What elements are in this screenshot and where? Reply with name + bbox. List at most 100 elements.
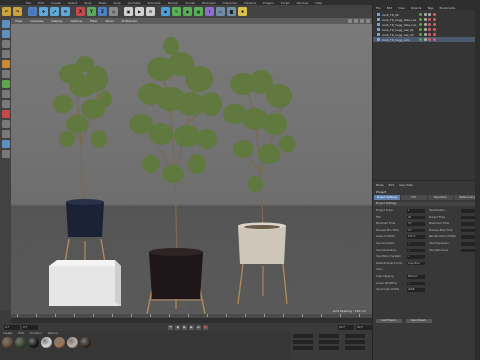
- field-value[interactable]: 1: [407, 209, 425, 213]
- play-button[interactable]: ▶: [182, 324, 187, 330]
- visibility-check-icon[interactable]: [419, 13, 422, 16]
- rotate-icon[interactable]: ⟳: [61, 7, 70, 16]
- material-tag-icon[interactable]: [428, 18, 431, 21]
- timeline[interactable]: [11, 314, 372, 323]
- tool-icon-11[interactable]: [1, 120, 10, 128]
- material-menu-texture[interactable]: Texture: [48, 331, 58, 335]
- object-name[interactable]: plant_TR_Cegg_pots: [382, 38, 418, 42]
- pot-white-material[interactable]: [41, 337, 52, 348]
- field-value[interactable]: 100 %: [407, 235, 425, 239]
- light-icon[interactable]: ✹: [238, 7, 247, 16]
- size-z-field[interactable]: [319, 346, 339, 350]
- render-settings-icon[interactable]: ⚙: [146, 7, 155, 16]
- field-value[interactable]: ✓: [407, 255, 425, 259]
- redo-icon[interactable]: ↷: [13, 7, 22, 16]
- material-menu-function[interactable]: Function: [30, 331, 42, 335]
- field-value[interactable]: 0 F: [407, 228, 425, 233]
- coord-x-field[interactable]: [293, 334, 313, 338]
- material-tag-icon[interactable]: [432, 13, 436, 16]
- tab-dynamics[interactable]: Dynamics: [427, 195, 454, 200]
- go-to-end-button[interactable]: ⏭: [196, 324, 201, 330]
- next-key-button[interactable]: ▶: [189, 324, 194, 330]
- object-name[interactable]: plant_TR_Cegg_Olea_low_01: [382, 18, 418, 22]
- menu-item-edit[interactable]: Edit: [38, 1, 44, 5]
- menu-item-plugins[interactable]: Plugins: [263, 1, 274, 5]
- material-tag-icon[interactable]: [432, 33, 436, 36]
- tool-icon-8[interactable]: [1, 90, 10, 98]
- menu-item-render[interactable]: Render: [168, 1, 179, 5]
- y-axis-icon[interactable]: Y: [87, 7, 96, 16]
- pot-dark-material[interactable]: [28, 337, 39, 348]
- viewport-menu-panel[interactable]: Panel: [106, 19, 114, 23]
- subdivision-icon[interactable]: ◉: [183, 7, 192, 16]
- zoom-icon[interactable]: [354, 19, 358, 23]
- field-secondary-value[interactable]: [461, 215, 475, 220]
- rot-h-field[interactable]: [345, 334, 365, 338]
- leaf-material[interactable]: [15, 337, 26, 348]
- z-axis-icon[interactable]: Z: [98, 7, 107, 16]
- menu-item-character[interactable]: Character: [222, 1, 237, 5]
- wood-material[interactable]: [54, 337, 65, 348]
- material-tag-icon[interactable]: [423, 28, 427, 31]
- material-tag-icon[interactable]: [428, 33, 431, 36]
- menu-item-tools[interactable]: Tools: [84, 1, 91, 5]
- material-tag-icon[interactable]: [428, 28, 431, 31]
- pen-icon[interactable]: ✎: [172, 7, 181, 16]
- move-icon[interactable]: ✥: [39, 7, 48, 16]
- tool-icon-7[interactable]: [1, 80, 10, 88]
- go-to-start-button[interactable]: ⏮: [168, 324, 173, 330]
- object-row[interactable]: plant_TR_Cegg_pots: [373, 37, 480, 42]
- object-menu-bookmarks[interactable]: Bookmarks: [440, 6, 456, 10]
- material-tag-icon[interactable]: [423, 33, 427, 36]
- field-value[interactable]: ✓: [407, 248, 425, 253]
- menu-item-script[interactable]: Script: [281, 1, 290, 5]
- object-menu-tags[interactable]: Tags: [427, 6, 433, 10]
- undo-icon[interactable]: ↶: [2, 7, 11, 16]
- attribute-menu-mode[interactable]: Mode: [376, 183, 384, 187]
- record-button[interactable]: ●: [203, 324, 208, 330]
- material-tag-icon[interactable]: [432, 28, 436, 31]
- material-tag-icon[interactable]: [428, 23, 431, 26]
- menu-item-snap[interactable]: Snap: [113, 1, 121, 5]
- material-tag-icon[interactable]: [428, 38, 431, 41]
- object-name[interactable]: plant_TR_06: [382, 13, 418, 17]
- frame-current-field[interactable]: 0 F: [22, 324, 38, 330]
- frame-start-field[interactable]: 0 F: [4, 324, 20, 330]
- coord-y-field[interactable]: [293, 340, 313, 344]
- field-value[interactable]: 0 F: [407, 222, 425, 226]
- menu-item-pipeline[interactable]: Pipeline: [244, 1, 256, 5]
- viewport-menu-view[interactable]: View: [15, 19, 22, 23]
- tool-icon-14[interactable]: [1, 150, 10, 158]
- rot-b-field[interactable]: [345, 346, 365, 350]
- menu-item-simulate[interactable]: Simulate: [148, 1, 161, 5]
- field-value[interactable]: 30: [407, 215, 425, 220]
- material-menu-create[interactable]: Create: [3, 331, 12, 335]
- menu-item-create[interactable]: Create: [51, 1, 61, 5]
- attribute-menu-edit[interactable]: Edit: [389, 183, 394, 187]
- render-picture-viewer-icon[interactable]: ▶: [135, 7, 144, 16]
- previous-key-button[interactable]: ◀: [175, 324, 180, 330]
- material-menu-edit[interactable]: Edit: [18, 331, 23, 335]
- tool-icon-5[interactable]: [1, 60, 10, 68]
- size-y-field[interactable]: [319, 340, 339, 344]
- field-value[interactable]: Medium: [407, 275, 425, 279]
- size-x-field[interactable]: [319, 334, 339, 338]
- viewport-menu-cameras[interactable]: Cameras: [30, 19, 43, 23]
- viewport-menu-display[interactable]: Display: [51, 19, 62, 23]
- tool-icon-4[interactable]: [1, 50, 10, 58]
- scale-icon[interactable]: ⤢: [50, 7, 59, 16]
- material-tag-icon[interactable]: [423, 18, 427, 21]
- orbit-icon[interactable]: [360, 19, 364, 23]
- field-secondary-value[interactable]: [461, 222, 475, 226]
- render-view-icon[interactable]: ▣: [124, 7, 133, 16]
- menu-item-mesh[interactable]: Mesh: [98, 1, 106, 5]
- field-secondary-value[interactable]: [461, 242, 475, 246]
- live-selection-icon[interactable]: ⬚: [28, 7, 37, 16]
- menu-item-window[interactable]: Window: [297, 1, 309, 5]
- viewport-menu-prorender[interactable]: ProRender: [122, 19, 137, 23]
- attribute-menu-user-data[interactable]: User Data: [399, 183, 413, 187]
- material-tag-icon[interactable]: [432, 18, 436, 21]
- material-tag-icon[interactable]: [423, 13, 427, 16]
- timeline-ruler[interactable]: [11, 314, 372, 319]
- field-value[interactable]: ✓: [407, 281, 425, 286]
